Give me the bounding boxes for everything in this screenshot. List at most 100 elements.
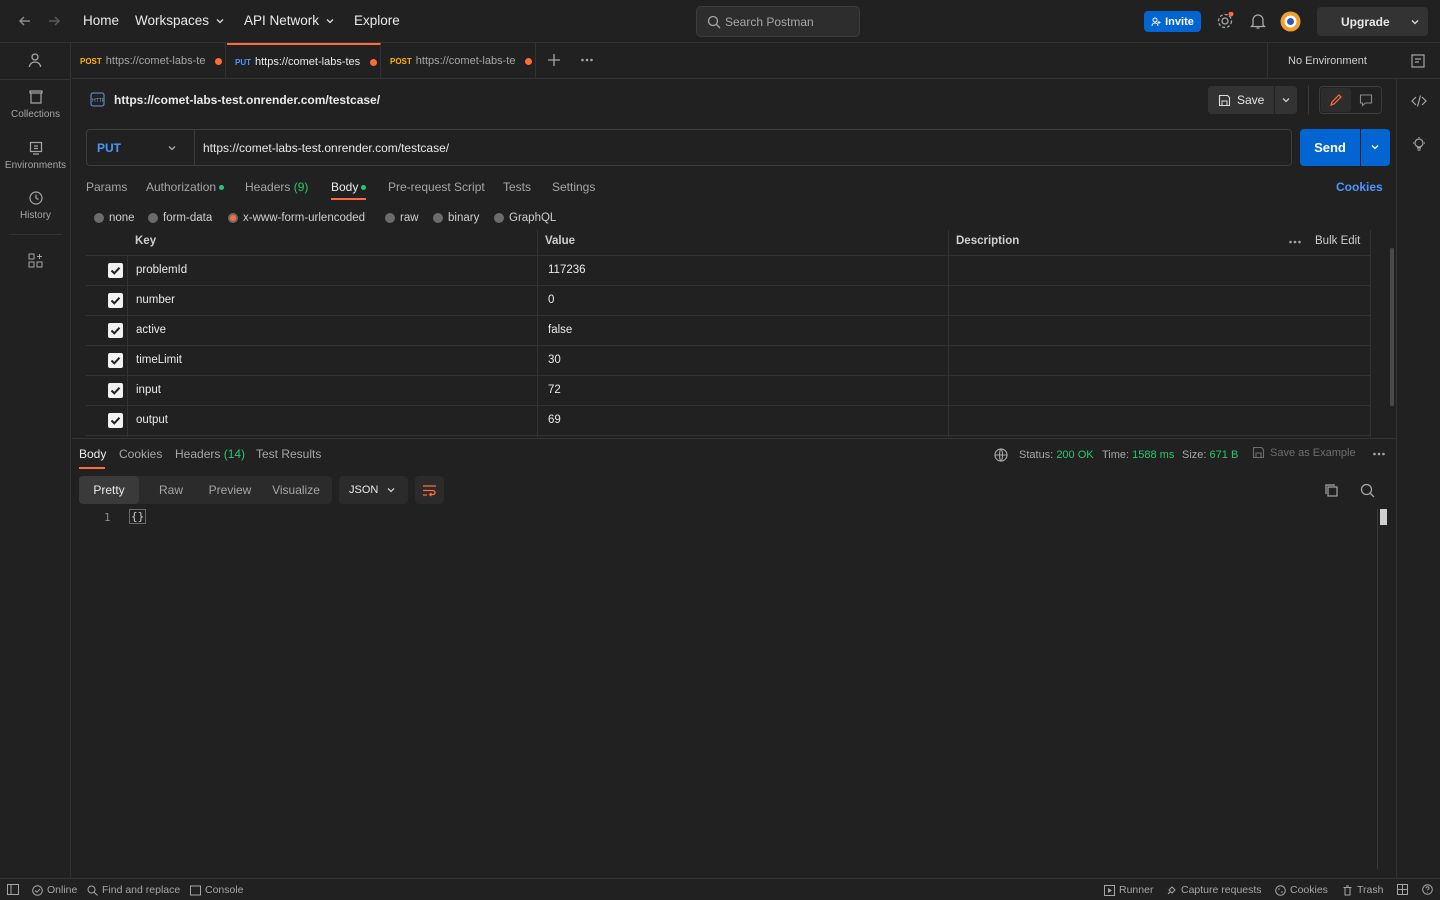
row-value[interactable]: 0 <box>548 294 554 306</box>
row-description[interactable] <box>956 286 1366 315</box>
send-button[interactable]: Send <box>1300 129 1360 166</box>
nav-home[interactable]: Home <box>83 13 119 28</box>
comment-mode-button[interactable] <box>1352 88 1381 112</box>
response-tab-cookies[interactable]: Cookies <box>119 447 162 461</box>
response-status[interactable]: Status: 200 OK <box>1019 449 1094 461</box>
response-time[interactable]: Time: 1588 ms <box>1102 449 1174 461</box>
row-value[interactable]: false <box>548 324 572 336</box>
nav-api-network[interactable]: API Network <box>244 13 335 28</box>
user-icon[interactable] <box>27 52 43 68</box>
layout-icon[interactable] <box>1397 884 1408 895</box>
tab-request-1[interactable]: POST https://comet-labs-te <box>72 43 226 79</box>
tab-tests[interactable]: Tests <box>503 180 531 194</box>
row-value[interactable]: 69 <box>548 414 561 426</box>
row-checkbox[interactable] <box>108 413 123 428</box>
send-dropdown-button[interactable] <box>1361 129 1390 166</box>
row-value[interactable]: 30 <box>548 354 561 366</box>
response-size[interactable]: Size: 671 B <box>1182 449 1238 461</box>
nav-workspaces[interactable]: Workspaces <box>135 13 225 28</box>
radio-binary[interactable]: binary <box>433 212 479 224</box>
tab-request-3[interactable]: POST https://comet-labs-te <box>382 43 536 79</box>
bell-icon[interactable] <box>1250 12 1266 30</box>
tab-request-2[interactable]: PUT https://comet-labs-tes <box>227 43 381 79</box>
row-key[interactable]: output <box>136 414 168 426</box>
row-checkbox[interactable] <box>108 383 123 398</box>
radio-x-www-form-urlencoded[interactable]: x-www-form-urlencoded <box>228 212 365 224</box>
runner-button[interactable]: Runner <box>1104 884 1153 896</box>
online-status[interactable]: Online <box>32 884 77 896</box>
radio-raw[interactable]: raw <box>385 212 419 224</box>
row-key[interactable]: timeLimit <box>136 354 182 366</box>
row-checkbox[interactable] <box>108 263 123 278</box>
cookies-link[interactable]: Cookies <box>1336 180 1383 194</box>
copy-icon[interactable] <box>1324 483 1339 498</box>
row-description[interactable] <box>956 406 1366 435</box>
avatar[interactable] <box>1280 11 1301 32</box>
bulk-edit-button[interactable]: Bulk Edit <box>1315 235 1360 247</box>
sidebar-item-collections[interactable]: Collections <box>0 89 71 120</box>
help-icon[interactable] <box>1422 884 1433 895</box>
row-description[interactable] <box>956 256 1366 285</box>
row-checkbox[interactable] <box>108 293 123 308</box>
method-select[interactable]: PUT <box>87 130 195 165</box>
trash-button[interactable]: Trash <box>1342 884 1383 896</box>
table-scrollbar[interactable] <box>1390 248 1394 406</box>
save-button[interactable]: Save <box>1208 86 1274 114</box>
console-button[interactable]: Console <box>190 884 244 896</box>
cookies-button[interactable]: Cookies <box>1275 884 1328 896</box>
more-icon[interactable] <box>580 53 594 67</box>
nav-explore[interactable]: Explore <box>354 13 400 28</box>
row-checkbox[interactable] <box>108 353 123 368</box>
find-and-replace-button[interactable]: Find and replace <box>87 884 180 896</box>
row-key[interactable]: active <box>136 324 166 336</box>
row-key[interactable]: input <box>136 384 161 396</box>
view-visualize[interactable]: Visualize <box>263 476 329 504</box>
format-select[interactable]: JSON <box>339 476 408 504</box>
search-icon[interactable] <box>1360 483 1375 498</box>
radio-graphql[interactable]: GraphQL <box>494 212 556 224</box>
table-more-icon[interactable] <box>1288 235 1302 249</box>
search-input[interactable]: Search Postman <box>696 6 860 37</box>
row-key[interactable]: problemId <box>136 264 187 276</box>
response-tab-test-results[interactable]: Test Results <box>256 447 321 461</box>
forward-arrow-icon[interactable] <box>45 12 63 30</box>
lightbulb-icon[interactable] <box>1411 136 1427 152</box>
row-description[interactable] <box>956 316 1366 345</box>
plus-icon[interactable] <box>547 53 561 67</box>
row-value[interactable]: 117236 <box>548 264 586 276</box>
settings-icon[interactable] <box>1216 12 1234 30</box>
toggle-sidebar-icon[interactable] <box>7 884 19 895</box>
view-raw[interactable]: Raw <box>141 476 201 504</box>
url-input[interactable]: https://comet-labs-test.onrender.com/tes… <box>203 141 449 155</box>
save-as-example-button[interactable]: Save as Example <box>1252 446 1356 459</box>
environment-quick-look-icon[interactable] <box>1410 53 1426 69</box>
tab-settings[interactable]: Settings <box>552 180 595 194</box>
response-tab-body[interactable]: Body <box>79 447 106 461</box>
sidebar-item-history[interactable]: History <box>0 190 71 221</box>
capture-requests-button[interactable]: Capture requests <box>1166 884 1262 896</box>
more-icon[interactable] <box>1372 447 1386 461</box>
response-body-content[interactable]: {} <box>129 509 147 524</box>
back-arrow-icon[interactable] <box>16 12 34 30</box>
save-dropdown-button[interactable] <box>1275 86 1297 114</box>
tab-headers[interactable]: Headers (9) <box>245 180 308 194</box>
tab-params[interactable]: Params <box>86 180 127 194</box>
row-key[interactable]: number <box>136 294 175 306</box>
wrap-lines-button[interactable] <box>415 476 444 504</box>
row-checkbox[interactable] <box>108 323 123 338</box>
row-value[interactable]: 72 <box>548 384 561 396</box>
request-title[interactable]: https://comet-labs-test.onrender.com/tes… <box>114 93 380 107</box>
response-tab-headers[interactable]: Headers (14) <box>175 447 245 461</box>
code-icon[interactable] <box>1411 93 1427 109</box>
row-description[interactable] <box>956 376 1366 405</box>
editor-scrollbar[interactable] <box>1380 509 1387 525</box>
tab-body[interactable]: Body <box>331 180 367 194</box>
view-preview[interactable]: Preview <box>199 476 261 504</box>
sidebar-item-environments[interactable]: Environments <box>0 140 71 171</box>
row-description[interactable] <box>956 346 1366 375</box>
upgrade-button[interactable]: Upgrade <box>1317 7 1428 36</box>
tab-prerequest-script[interactable]: Pre-request Script <box>388 180 485 194</box>
edit-mode-button[interactable] <box>1321 88 1351 112</box>
invite-button[interactable]: Invite <box>1144 11 1201 32</box>
tab-authorization[interactable]: Authorization <box>146 180 225 194</box>
